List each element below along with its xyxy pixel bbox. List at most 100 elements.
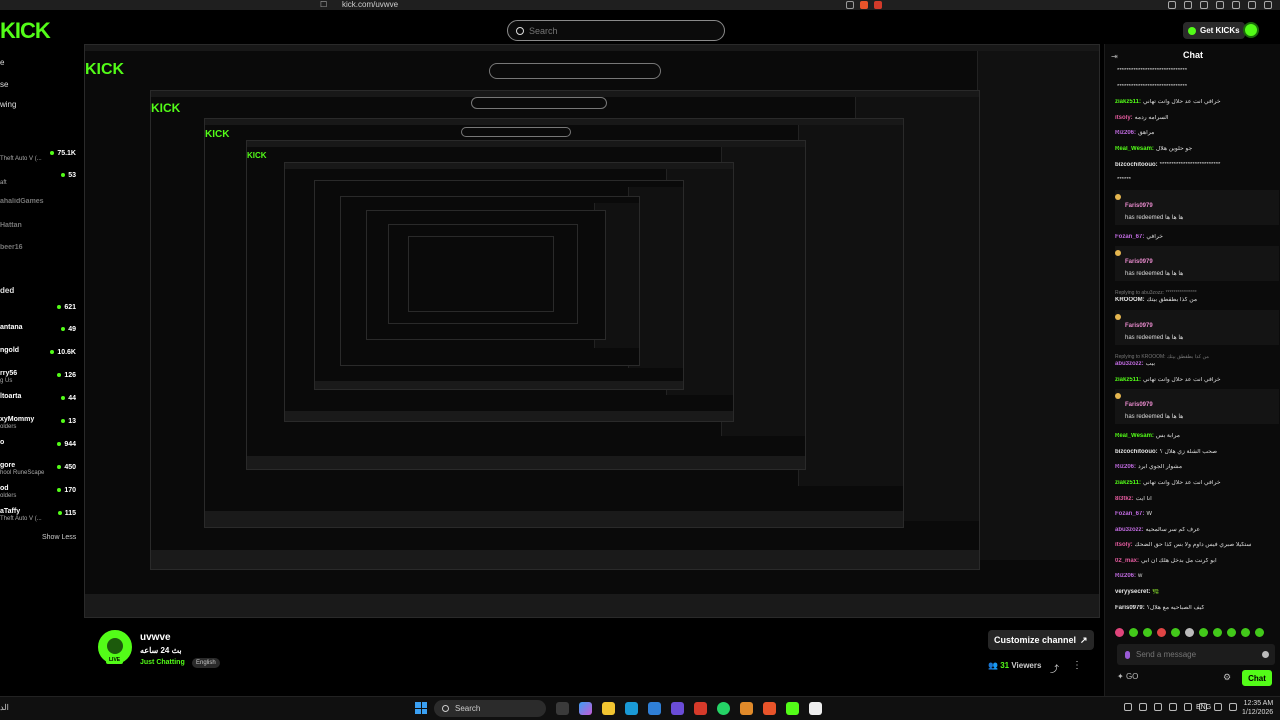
emote-icon[interactable]	[1171, 628, 1180, 637]
emote-icon[interactable]	[1241, 628, 1250, 637]
chat-username[interactable]: Fozan_67:	[1115, 511, 1144, 517]
system-clock[interactable]: 12:35 AM 1/12/2026	[1242, 699, 1273, 717]
sidebar-channel[interactable]: o 944	[0, 439, 80, 455]
menu-icon[interactable]	[1232, 1, 1240, 9]
chat-input[interactable]	[1136, 650, 1246, 659]
media-icon[interactable]	[694, 702, 707, 715]
tray-app-icon[interactable]	[1229, 703, 1237, 711]
emote-icon[interactable]	[1185, 628, 1194, 637]
sidebar-channel-offline[interactable]: beer16	[0, 244, 80, 260]
profile-icon[interactable]	[1248, 1, 1256, 9]
chat-username[interactable]: ziakz511:	[1115, 99, 1141, 105]
sidebar-channel[interactable]: ltoarta 44	[0, 393, 80, 409]
language-indicator[interactable]: ENG	[1196, 704, 1211, 711]
sidebar-channel[interactable]: aTaffy Theft Auto V (... 115	[0, 508, 80, 524]
video-player[interactable]: KICK KICK KICK KICK	[84, 44, 1100, 618]
copilot-icon[interactable]	[579, 702, 592, 715]
kick-logo[interactable]: KICK	[0, 18, 51, 44]
chat-username[interactable]: 02_max:	[1115, 558, 1139, 564]
show-less-button[interactable]: Show Less	[42, 534, 76, 541]
chat-username[interactable]: Faris0979	[1125, 203, 1153, 209]
share-icon[interactable]: ⤴	[1050, 662, 1059, 675]
shield-icon[interactable]	[1264, 1, 1272, 9]
sidebar-channel[interactable]: gore hool RuneScape 450	[0, 462, 80, 478]
taskbar-widget[interactable]: الد	[0, 703, 9, 712]
emote-icon[interactable]	[1213, 628, 1222, 637]
chat-username[interactable]: itsoly:	[1115, 115, 1133, 121]
file-explorer-icon[interactable]	[602, 702, 615, 715]
microphone-icon[interactable]	[1125, 650, 1130, 659]
sidebar-icon[interactable]	[1168, 1, 1176, 9]
extensions-icon[interactable]	[1184, 1, 1192, 9]
sidebar-channel[interactable]: Theft Auto V (... 75.1K	[0, 148, 80, 164]
tray-chevron-icon[interactable]	[1124, 703, 1132, 711]
mail-icon[interactable]	[648, 702, 661, 715]
whatsapp-icon[interactable]	[717, 702, 730, 715]
sidebar-channel[interactable]: aft 53	[0, 170, 80, 186]
chat-username[interactable]: Riz206:	[1115, 573, 1136, 579]
emote-icon[interactable]	[1227, 628, 1236, 637]
chat-input-box[interactable]	[1117, 644, 1275, 665]
emote-icon[interactable]	[1129, 628, 1138, 637]
emote-icon[interactable]	[1255, 628, 1264, 637]
windows-start-icon[interactable]	[415, 702, 427, 714]
sidebar-channel[interactable]: rry56 g Us 126	[0, 370, 80, 386]
customize-channel-button[interactable]: Customize channel ↗	[988, 630, 1094, 650]
chat-username[interactable]: KROOOM:	[1115, 297, 1145, 303]
wallet-icon[interactable]	[1216, 1, 1224, 9]
tray-app-icon[interactable]	[1184, 703, 1192, 711]
user-avatar[interactable]	[1243, 22, 1259, 38]
more-options-icon[interactable]: ⋮	[1072, 660, 1082, 671]
chat-messages[interactable]: ****************************** **********…	[1115, 68, 1279, 666]
search-input[interactable]	[529, 25, 709, 36]
sidebar-channel-offline[interactable]: Hattan	[0, 222, 80, 238]
sidebar-channel[interactable]: ngold 10.6K	[0, 347, 80, 363]
chat-username[interactable]: Riz206:	[1115, 464, 1136, 470]
emote-icon[interactable]	[1115, 628, 1124, 637]
tray-app-icon[interactable]	[1169, 703, 1177, 711]
edge-icon[interactable]	[625, 702, 638, 715]
app-icon[interactable]	[671, 702, 684, 715]
emote-icon[interactable]	[1143, 628, 1152, 637]
chat-username[interactable]: veryysecret:	[1115, 589, 1150, 595]
sidebar-nav-following[interactable]: wing	[0, 100, 16, 109]
chat-username[interactable]: abu3zozz:	[1115, 527, 1144, 533]
emote-icon[interactable]	[1157, 628, 1166, 637]
tray-app-icon[interactable]	[1139, 703, 1147, 711]
emoji-icon[interactable]	[1262, 651, 1269, 658]
address-bar[interactable]: kick.com/uvwve	[342, 0, 398, 10]
chat-username[interactable]: ziakz511:	[1115, 480, 1141, 486]
share-icon[interactable]	[846, 1, 854, 9]
sidebar-channel[interactable]: od olders 170	[0, 485, 80, 501]
chat-username[interactable]: Riz206:	[1115, 130, 1136, 136]
brave-shield-icon[interactable]	[860, 1, 868, 9]
bookmark-star-icon[interactable]: ☐	[320, 0, 327, 10]
send-chat-button[interactable]: Chat	[1242, 670, 1272, 686]
chat-footer-label[interactable]: ✦ GO	[1117, 672, 1138, 681]
chat-username[interactable]: abu3zozz:	[1115, 361, 1144, 367]
app-icon[interactable]	[740, 702, 753, 715]
search-bar[interactable]	[507, 20, 725, 41]
chat-username[interactable]: Real_Wesam:	[1115, 146, 1154, 152]
sidebar-channel-offline[interactable]: ahalidGames	[0, 198, 80, 214]
tray-app-icon[interactable]	[1154, 703, 1162, 711]
stream-category[interactable]: Just Chatting	[140, 659, 185, 666]
chat-username[interactable]: Faris0979	[1125, 259, 1153, 265]
chat-username[interactable]: Fozan_67:	[1115, 234, 1144, 240]
downloads-icon[interactable]	[1200, 1, 1208, 9]
chat-username[interactable]: bizcochitoouo:	[1115, 449, 1158, 455]
sidebar-channel[interactable]: antana 49	[0, 324, 80, 340]
chat-username[interactable]: Faris0979	[1125, 402, 1153, 408]
task-view-icon[interactable]	[556, 702, 569, 715]
chat-username[interactable]: Faris0979	[1125, 323, 1153, 329]
brave-icon[interactable]	[763, 702, 776, 715]
kick-app-icon[interactable]	[786, 702, 799, 715]
chat-username[interactable]: Faris0979:	[1115, 605, 1145, 611]
sidebar-channel[interactable]: 621	[0, 302, 80, 318]
rewards-icon[interactable]	[874, 1, 882, 9]
chat-username[interactable]: itsoly:	[1115, 542, 1133, 548]
notepad-icon[interactable]	[809, 702, 822, 715]
chat-username[interactable]: 8l3tkz:	[1115, 496, 1134, 502]
emote-icon[interactable]	[1199, 628, 1208, 637]
sidebar-nav-home[interactable]: e	[0, 58, 4, 67]
